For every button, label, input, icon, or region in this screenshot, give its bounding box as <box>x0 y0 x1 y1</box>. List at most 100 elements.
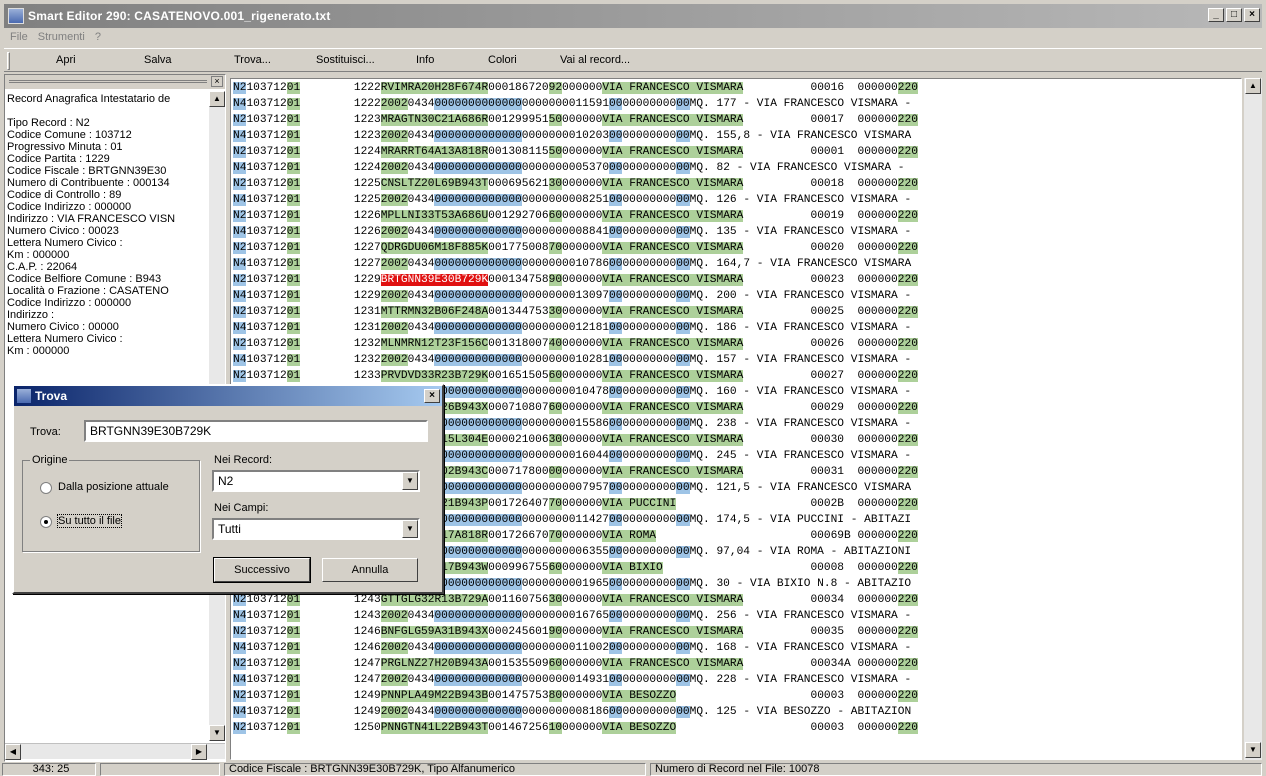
record-field: 103712 <box>246 178 287 190</box>
goto-record-button[interactable]: Vai al record... <box>560 54 630 66</box>
record-row[interactable]: N210371201 1246BNFGLG59A31B943X000245601… <box>233 624 918 640</box>
record-field: 00003 <box>676 690 858 702</box>
menu-file[interactable]: File <box>10 31 28 43</box>
record-field: 1224 <box>300 146 381 158</box>
record-field: 000000 <box>857 594 898 606</box>
record-field: 1229 <box>300 274 381 286</box>
record-field: 2002 <box>380 130 408 142</box>
record-row[interactable]: N410371201 12252002043400000000000000000… <box>233 192 918 208</box>
field-info: Codice Fiscale : BRTGNN39E30B729K, Tipo … <box>224 763 646 776</box>
record-row[interactable]: N410371201 12462002043400000000000000000… <box>233 640 918 656</box>
save-button[interactable]: Salva <box>144 54 172 66</box>
record-field: 1232 <box>300 338 381 350</box>
record-field: N2 <box>233 722 247 734</box>
colors-button[interactable]: Colori <box>488 54 517 66</box>
records-select[interactable]: N2 ▼ <box>212 470 420 492</box>
fields-select[interactable]: Tutti ▼ <box>212 518 420 540</box>
record-row[interactable]: N410371201 12432002043400000000000000000… <box>233 608 918 624</box>
next-button[interactable]: Successivo <box>213 557 311 583</box>
scroll-left-icon[interactable]: ◀ <box>5 744 21 760</box>
record-field: 0000000010281 <box>521 354 610 366</box>
record-row[interactable]: N410371201 12222002043400000000000000000… <box>233 96 918 112</box>
record-row[interactable]: N210371201 1225CNSLTZ20L69B943T000695621… <box>233 176 918 192</box>
cancel-button[interactable]: Annulla <box>322 558 418 582</box>
record-row[interactable]: N410371201 12232002043400000000000000000… <box>233 128 918 144</box>
maximize-button[interactable]: □ <box>1226 8 1242 22</box>
find-button[interactable]: Trova... <box>234 54 271 66</box>
record-row[interactable]: N410371201 12262002043400000000000000000… <box>233 224 918 240</box>
record-field: 103712 <box>246 370 287 382</box>
field-detail-line: Codice Indirizzo : 000000 <box>7 201 132 213</box>
minimize-button[interactable]: _ <box>1208 8 1224 22</box>
scroll-right-icon[interactable]: ▶ <box>191 744 207 760</box>
record-row[interactable]: N410371201 12492002043400000000000000000… <box>233 704 918 720</box>
menu-strumenti[interactable]: Strumenti <box>38 31 85 43</box>
record-row[interactable]: N410371201 12272002043400000000000000000… <box>233 256 918 272</box>
chevron-down-icon[interactable]: ▼ <box>402 472 418 490</box>
record-row[interactable]: N210371201 1227QDRGDU06M18F885K001775008… <box>233 240 918 256</box>
record-field: 0000000008841 <box>521 226 610 238</box>
record-row[interactable]: N210371201 1229BRTGNN39E30B729K000134758… <box>233 272 918 288</box>
record-field: 000000 <box>857 434 898 446</box>
record-row[interactable]: N410371201 12312002043400000000000000000… <box>233 320 918 336</box>
record-row[interactable]: N210371201 1247PRGLNZ27H20B943A001535509… <box>233 656 918 672</box>
record-field: 00 <box>609 610 623 622</box>
record-row[interactable]: N210371201 1226MPLLNI33T53A686U001292706… <box>233 208 918 224</box>
radio-whole-file[interactable] <box>40 516 52 528</box>
info-button[interactable]: Info <box>416 54 434 66</box>
record-field: 00000000 <box>622 226 677 238</box>
record-field: 00000000 <box>622 386 677 398</box>
record-field: 0434 <box>407 642 435 654</box>
find-input[interactable]: BRTGNN39E30B729K <box>84 420 428 442</box>
record-field: 2002 <box>380 98 408 110</box>
field-detail-list: Record Anagrafica Intestatario de Tipo Re… <box>7 93 207 357</box>
record-field: 220 <box>897 274 918 286</box>
record-row[interactable]: N210371201 1249PNNPLA49M22B943B001475753… <box>233 688 918 704</box>
record-vertical-scrollbar[interactable]: ▲ ▼ <box>1244 78 1262 760</box>
record-scroll-up-icon[interactable]: ▲ <box>1245 78 1261 94</box>
record-field: N4 <box>233 642 247 654</box>
radio-current-label[interactable]: Dalla posizione attuale <box>58 481 169 493</box>
record-row[interactable]: N210371201 1222RVIMRA20H28F674R000186720… <box>233 80 918 96</box>
panel-horizontal-scrollbar[interactable]: ◀ ▶ <box>5 743 225 760</box>
record-row[interactable]: N210371201 1233PRVDVD33R23B729K001651505… <box>233 368 918 384</box>
record-field: 0000000000000 <box>434 674 522 686</box>
record-field: 103712 <box>246 130 287 142</box>
panel-grip[interactable] <box>9 80 207 83</box>
close-button[interactable]: × <box>1244 8 1260 22</box>
record-row[interactable]: N210371201 1250PNNGTN41L22B943T001467256… <box>233 720 918 736</box>
record-field: MQ. 164,7 - VIA FRANCESCO VISMARA <box>689 258 912 270</box>
record-row[interactable]: N210371201 1223MRAGTN30C21A686R001299951… <box>233 112 918 128</box>
dialog-close-button[interactable]: × <box>424 389 440 403</box>
record-scroll-down-icon[interactable]: ▼ <box>1245 742 1261 758</box>
record-row[interactable]: N210371201 1224MRARRT64A13A818R001308115… <box>233 144 918 160</box>
menu-help[interactable]: ? <box>95 31 101 43</box>
record-row[interactable]: N210371201 1232MLNMRN12T23F156C001318007… <box>233 336 918 352</box>
fields-label: Nei Campi: <box>214 502 269 514</box>
record-field: VIA FRANCESCO VISMARA <box>602 466 744 478</box>
record-row[interactable]: N210371201 1231MTTRMN32B06F248A001344753… <box>233 304 918 320</box>
record-row[interactable]: N210371201 1243GTTGLG32R13B729A001160756… <box>233 592 918 608</box>
record-field: 0434 <box>407 258 435 270</box>
scroll-down-icon[interactable]: ▼ <box>209 725 225 741</box>
dialog-title-bar[interactable]: Trova <box>14 386 442 406</box>
radio-whole-file-label[interactable]: Su tutto il file <box>57 514 122 528</box>
toolbar-grip[interactable] <box>7 52 10 70</box>
record-field: 00027 <box>743 370 858 382</box>
record-row[interactable]: N410371201 12322002043400000000000000000… <box>233 352 918 368</box>
record-row[interactable]: N410371201 12472002043400000000000000000… <box>233 672 918 688</box>
chevron-down-icon[interactable]: ▼ <box>402 520 418 538</box>
record-field: N4 <box>233 194 247 206</box>
scroll-up-icon[interactable]: ▲ <box>209 91 225 107</box>
replace-button[interactable]: Sostituisci... <box>316 54 375 66</box>
record-field: GTTGLG32R13B729A <box>380 594 489 606</box>
record-field: 103712 <box>246 146 287 158</box>
record-row[interactable]: N410371201 12292002043400000000000000000… <box>233 288 918 304</box>
panel-close-icon[interactable]: × <box>211 76 223 87</box>
record-field: 60 <box>548 402 563 414</box>
open-button[interactable]: Apri <box>56 54 76 66</box>
record-row[interactable]: N410371201 12242002043400000000000000000… <box>233 160 918 176</box>
radio-current-position[interactable] <box>40 482 52 494</box>
record-field: 0000000000000 <box>434 578 522 590</box>
record-field: 00 <box>676 290 690 302</box>
